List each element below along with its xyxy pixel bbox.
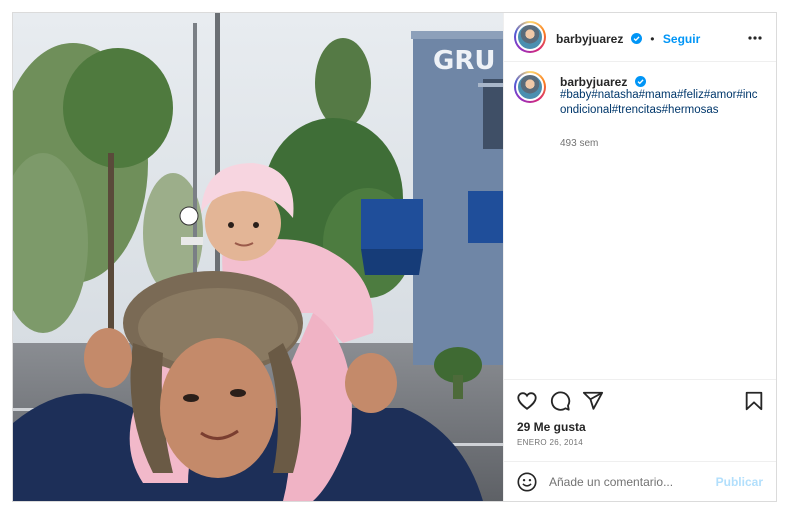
post-photo[interactable]: GRU (13, 13, 503, 501)
more-options-icon[interactable] (747, 30, 763, 46)
author-username[interactable]: barbyjuarez (556, 32, 623, 46)
author-avatar[interactable] (514, 21, 546, 53)
heart-icon[interactable] (516, 390, 538, 412)
post-photo-illustration: GRU (13, 13, 503, 501)
caption-timestamp[interactable]: 493 sem (560, 138, 598, 149)
avatar-image (516, 23, 544, 51)
comment-input[interactable] (549, 472, 709, 492)
post-date: ENERO 26, 2014 (517, 438, 584, 447)
post-side-panel: barbyjuarez • Seguir barbyjuarez #baby#n… (503, 13, 776, 501)
verified-badge-icon (630, 33, 642, 44)
verified-badge-icon (634, 76, 646, 87)
caption-avatar[interactable] (514, 71, 546, 103)
comment-icon[interactable] (549, 390, 571, 412)
caption-hashtags[interactable]: #baby#natasha#mama#feliz#amor#incondicio… (560, 88, 760, 118)
share-icon[interactable] (582, 390, 604, 412)
likes-count[interactable]: 29 Me gusta (517, 420, 586, 434)
emoji-icon[interactable] (516, 471, 538, 493)
instagram-post: GRU barbyjuarez • Seguir barbyjuarez #ba… (12, 12, 777, 502)
post-actions: 29 Me gusta ENERO 26, 2014 (504, 379, 776, 461)
bookmark-icon[interactable] (743, 390, 765, 412)
publish-button[interactable]: Publicar (716, 475, 763, 489)
follow-button[interactable]: Seguir (663, 32, 700, 46)
caption-username[interactable]: barbyjuarez (560, 75, 627, 89)
header-user-line: barbyjuarez • Seguir (556, 30, 700, 48)
caption-avatar-image (516, 73, 544, 101)
post-header: barbyjuarez • Seguir (504, 13, 776, 62)
comment-bar: Publicar (504, 461, 776, 501)
header-separator: • (650, 32, 655, 46)
building-sign-text: GRU (433, 46, 495, 76)
